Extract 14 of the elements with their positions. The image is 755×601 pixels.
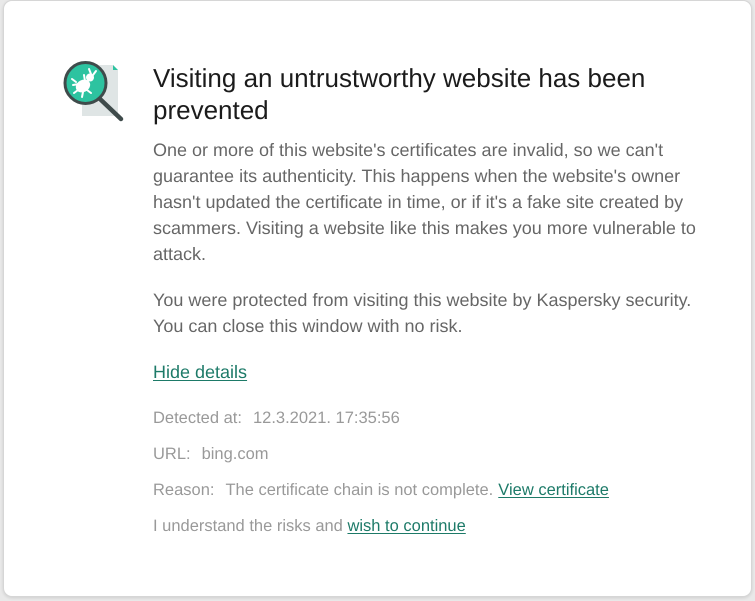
message-text: You were protected from visiting this website by Kaspersky security. You can close this window with no risk. [153,289,692,338]
view-certificate-link[interactable]: View certificate [498,477,609,503]
continue-text: I understand the risks and wish to continue [153,516,467,537]
detail-label: Reason: [153,480,214,501]
detail-value: bing.com [202,444,269,465]
dialog-title: Visiting an untrustworthy website has been prevented [153,62,646,126]
detail-label: URL: [153,444,191,465]
hide-details-link[interactable]: Hide details [153,359,248,385]
bug-magnifier-icon [61,60,125,122]
detail-value: The certificate chain is not complete. [225,480,494,501]
continue-link[interactable]: wish to continue [347,517,466,535]
message-text: One or more of this website's certificates are invalid, so we can't guarantee its authenticity. This happens when the website's owner hasn't updated the certificate in time, or if it's a fake site created by scammers. Visiting a website like this makes you more vulnerable to attack. [153,139,697,266]
detail-value: 12.3.2021. 17:35:56 [252,408,400,429]
detail-label: Detected at: [153,408,242,429]
